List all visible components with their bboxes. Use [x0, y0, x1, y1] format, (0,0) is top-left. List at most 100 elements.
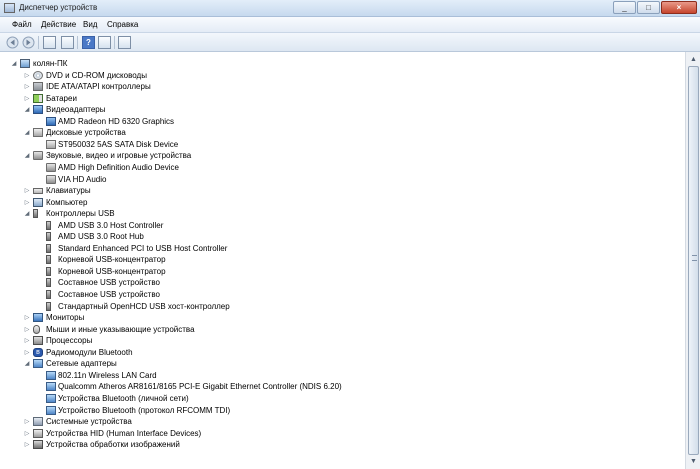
collapse-arrow-icon[interactable]: ◢ — [11, 60, 17, 68]
collapse-arrow-icon[interactable]: ◢ — [24, 210, 30, 218]
tree-device[interactable]: Составное USB устройство — [0, 289, 684, 300]
collapse-arrow-icon[interactable]: ◢ — [24, 106, 30, 114]
tree-device[interactable]: Стандартный OpenHCD USB хост-контроллер — [0, 301, 684, 312]
hid-icon — [33, 428, 43, 438]
tree-category[interactable]: ▷ Системные устройства — [0, 416, 684, 427]
expand-arrow-icon[interactable]: ▷ — [24, 83, 30, 91]
tree-device[interactable]: AMD Radeon HD 6320 Graphics — [0, 116, 684, 127]
tree-device[interactable]: Standard Enhanced PCI to USB Host Contro… — [0, 243, 684, 254]
tree-device[interactable]: Устройства Bluetooth (личной сети) — [0, 393, 684, 404]
scroll-thumb[interactable] — [688, 66, 699, 455]
scroll-down-icon[interactable]: ▼ — [687, 455, 700, 468]
computer-icon — [33, 197, 43, 207]
tree-category[interactable]: ▷ Устройства обработки изображений — [0, 439, 684, 450]
collapse-arrow-icon[interactable]: ◢ — [24, 152, 30, 160]
usb-icon — [46, 278, 51, 288]
expand-arrow-icon[interactable]: ▷ — [24, 349, 30, 357]
expand-arrow-icon[interactable]: ▷ — [24, 199, 30, 207]
tree-category[interactable]: ◢ Звуковые, видео и игровые устройства — [0, 150, 684, 161]
tree-category[interactable]: ▷ Мониторы — [0, 312, 684, 323]
tree-device[interactable]: AMD High Definition Audio Device — [0, 162, 684, 173]
usb-icon — [46, 255, 51, 265]
tree-category-label: Радиомодули Bluetooth — [46, 347, 133, 357]
menu-help[interactable]: Справка — [107, 20, 138, 29]
tree-device[interactable]: Составное USB устройство — [0, 277, 684, 288]
tree-category[interactable]: ▷ DVD и CD-ROM дисководы — [0, 70, 684, 81]
tree-category[interactable]: ▷ Процессоры — [0, 335, 684, 346]
scan-hardware-icon[interactable] — [118, 36, 131, 49]
tree-device[interactable]: AMD USB 3.0 Host Controller — [0, 220, 684, 231]
menu-action[interactable]: Действие — [41, 20, 76, 29]
tree-category[interactable]: ▷ Устройства HID (Human Interface Devices… — [0, 428, 684, 439]
tree-category[interactable]: ▷ Мыши и иные указывающие устройства — [0, 324, 684, 335]
expand-arrow-icon[interactable]: ▷ — [24, 95, 30, 103]
expand-arrow-icon[interactable]: ▷ — [24, 314, 30, 322]
expand-arrow-icon[interactable]: ▷ — [24, 72, 30, 80]
tree-device-label: Standard Enhanced PCI to USB Host Contro… — [58, 243, 228, 253]
tree-device-label: Корневой USB-концентратор — [58, 266, 166, 276]
network-adapter-icon — [46, 393, 56, 403]
help-icon[interactable]: ? — [82, 36, 95, 49]
maximize-button[interactable]: □ — [637, 1, 660, 14]
sound-icon — [46, 174, 56, 184]
tree-device-label: Корневой USB-концентратор — [58, 255, 166, 265]
tree-device-label: Составное USB устройство — [58, 290, 160, 299]
menu-view[interactable]: Вид — [83, 20, 97, 29]
tree-device[interactable]: VIA HD Audio — [0, 174, 684, 185]
tree-device[interactable]: Устройство Bluetooth (протокол RFCOMM TD… — [0, 405, 684, 416]
expand-arrow-icon[interactable]: ▷ — [24, 418, 30, 426]
tree-device[interactable]: Qualcomm Atheros AR8161/8165 PCI-E Gigab… — [0, 381, 684, 392]
tree-device[interactable]: 802.11n Wireless LAN Card — [0, 370, 684, 381]
tree-device[interactable]: AMD USB 3.0 Root Hub — [0, 231, 684, 242]
tree-category[interactable]: ▷ ʙ Радиомодули Bluetooth — [0, 347, 684, 358]
expand-arrow-icon[interactable]: ▷ — [24, 187, 30, 195]
cpu-icon — [33, 336, 43, 346]
tree-root[interactable]: ◢ колян-ПК — [0, 58, 684, 69]
tree-category[interactable]: ▷ Клавиатуры — [0, 185, 684, 196]
network-adapter-icon — [46, 370, 56, 380]
expand-arrow-icon[interactable]: ▷ — [24, 337, 30, 345]
scroll-grip — [692, 255, 697, 261]
action-pane-icon[interactable] — [98, 36, 111, 49]
device-manager-icon — [4, 3, 15, 13]
vertical-scrollbar[interactable]: ▲ ▼ — [685, 52, 700, 469]
network-adapter-icon — [46, 405, 56, 415]
collapse-arrow-icon[interactable]: ◢ — [24, 360, 30, 368]
back-arrow-icon[interactable] — [6, 36, 19, 49]
device-tree: ◢ колян-ПК ▷ DVD и CD-ROM дисководы ▷ IDE ATA… — [0, 52, 685, 469]
usb-icon — [46, 232, 51, 242]
properties-icon[interactable] — [61, 36, 74, 49]
tree-category[interactable]: ◢ Сетевые адаптеры — [0, 358, 684, 369]
tree-category-label: Процессоры — [46, 336, 93, 346]
tree-device-label: AMD USB 3.0 Root Hub — [58, 232, 144, 242]
hdd-icon — [46, 139, 56, 149]
tree-device[interactable]: ST950032 5AS SATA Disk Device — [0, 139, 684, 150]
expand-arrow-icon[interactable]: ▷ — [24, 430, 30, 438]
forward-arrow-icon[interactable] — [22, 36, 35, 49]
tree-device[interactable]: Корневой USB-концентратор — [0, 254, 684, 265]
menu-bar: Файл Действие Вид Справка — [0, 17, 700, 33]
tree-category[interactable]: ▷ Батареи — [0, 93, 684, 104]
imaging-device-icon — [33, 440, 43, 450]
tree-category[interactable]: ▷ IDE ATA/ATAPI контроллеры — [0, 81, 684, 92]
tree-category-label: Системные устройства — [46, 417, 132, 427]
scroll-up-icon[interactable]: ▲ — [687, 53, 700, 66]
usb-icon — [46, 243, 51, 253]
show-hide-console-tree-icon[interactable] — [43, 36, 56, 49]
menu-file[interactable]: Файл — [12, 20, 32, 29]
tree-device[interactable]: Корневой USB-концентратор — [0, 266, 684, 277]
tree-device-label: AMD Radeon HD 6320 Graphics — [58, 116, 175, 126]
tree-category[interactable]: ◢ Дисковые устройства — [0, 127, 684, 138]
tree-category[interactable]: ◢ Контроллеры USB — [0, 208, 684, 219]
tree-device-label: ST950032 5AS SATA Disk Device — [58, 139, 179, 149]
usb-icon — [46, 266, 51, 276]
tree-category-label: Контроллеры USB — [46, 209, 115, 219]
tree-device-label: Устройства Bluetooth (личной сети) — [58, 393, 189, 403]
close-button[interactable]: × — [661, 1, 697, 14]
collapse-arrow-icon[interactable]: ◢ — [24, 129, 30, 137]
tree-category[interactable]: ◢ Видеоадаптеры — [0, 104, 684, 115]
tree-category[interactable]: ▷ Компьютер — [0, 197, 684, 208]
expand-arrow-icon[interactable]: ▷ — [24, 441, 30, 449]
expand-arrow-icon[interactable]: ▷ — [24, 326, 30, 334]
minimize-button[interactable]: _ — [613, 1, 636, 14]
